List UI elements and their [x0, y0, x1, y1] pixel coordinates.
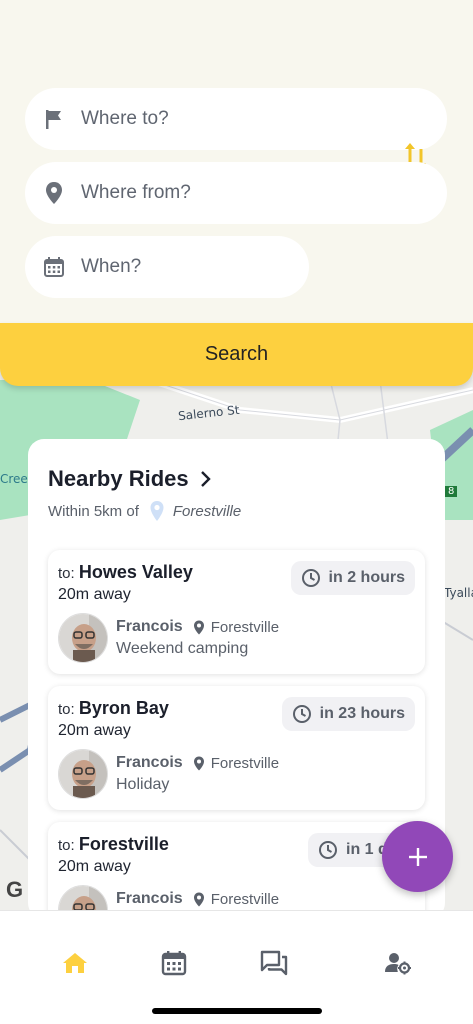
- tyalla-label: Tyalla: [444, 586, 473, 600]
- ride-distance: 20m away: [58, 722, 131, 739]
- nav-home[interactable]: [60, 948, 90, 978]
- ride-driver: Francois Forestville: [116, 618, 280, 636]
- ride-note: Holiday: [116, 776, 170, 793]
- avatar: [58, 613, 108, 663]
- location-pin-icon: [193, 756, 204, 770]
- ride-card[interactable]: to: Byron Bay 20m away in 23 hours Franc…: [48, 686, 425, 810]
- location-pin-icon: [193, 892, 204, 906]
- home-indicator: [152, 1008, 322, 1014]
- ride-time-badge: in 23 hours: [281, 697, 415, 731]
- where-from-field[interactable]: Where from?: [25, 162, 447, 224]
- location-pin-icon: [43, 182, 65, 204]
- ride-time-badge: in 2 hours: [290, 561, 415, 595]
- creek-label: Cree: [0, 472, 28, 486]
- ride-driver: Francois Forestville: [116, 890, 280, 908]
- chevron-right-icon: [200, 471, 211, 487]
- clock-icon: [301, 569, 320, 587]
- when-input[interactable]: When?: [81, 256, 141, 278]
- ride-driver: Francois Forestville: [116, 754, 280, 772]
- clock-icon: [319, 841, 337, 859]
- where-to-input[interactable]: Where to?: [81, 108, 169, 130]
- where-to-field[interactable]: Where to?: [25, 88, 447, 150]
- where-from-input[interactable]: Where from?: [81, 182, 191, 204]
- nav-calendar[interactable]: [159, 948, 189, 978]
- ride-card[interactable]: to: Howes Valley 20m away in 2 hours Fra…: [48, 550, 425, 674]
- bottom-nav: [0, 910, 473, 1024]
- google-logo: G: [6, 877, 24, 902]
- plus-icon: [408, 847, 427, 866]
- location-pin-icon: [150, 501, 164, 521]
- avatar: [58, 749, 108, 799]
- when-field[interactable]: When?: [25, 236, 309, 298]
- road-badge: 8: [445, 486, 458, 497]
- nearby-place[interactable]: Forestville: [173, 503, 241, 520]
- nav-chat[interactable]: [259, 948, 289, 978]
- clock-icon: [292, 705, 311, 723]
- calendar-icon: [43, 256, 65, 278]
- nearby-rides-title: Nearby Rides: [48, 466, 189, 491]
- home-icon: [63, 953, 87, 973]
- add-ride-button[interactable]: [382, 821, 453, 892]
- ride-distance: 20m away: [58, 586, 131, 603]
- nav-user-settings[interactable]: [383, 948, 413, 978]
- search-panel: Where to? Where from? When?: [0, 0, 473, 330]
- driver-location: Forestville: [193, 891, 279, 908]
- nearby-rides-header[interactable]: Nearby Rides: [48, 466, 213, 492]
- ride-card[interactable]: to: Forestville 20m away in 1 d Francois…: [48, 822, 425, 919]
- driver-location: Forestville: [193, 619, 279, 636]
- ride-destination: to: Forestville: [58, 834, 169, 854]
- search-button[interactable]: Search: [0, 323, 473, 386]
- calendar-icon: [161, 951, 187, 976]
- ride-destination: to: Howes Valley: [58, 562, 193, 582]
- ride-note: Weekend camping: [116, 640, 249, 657]
- ride-distance: 20m away: [58, 858, 131, 875]
- driver-location: Forestville: [193, 755, 279, 772]
- location-pin-icon: [193, 620, 204, 634]
- within-label: Within 5km of: [48, 502, 139, 520]
- flag-icon: [43, 108, 65, 130]
- nearby-subtitle: Within 5km of Forestville: [48, 500, 241, 522]
- chat-icon: [260, 950, 288, 976]
- ride-destination: to: Byron Bay: [58, 698, 169, 718]
- user-settings-icon: [385, 953, 411, 975]
